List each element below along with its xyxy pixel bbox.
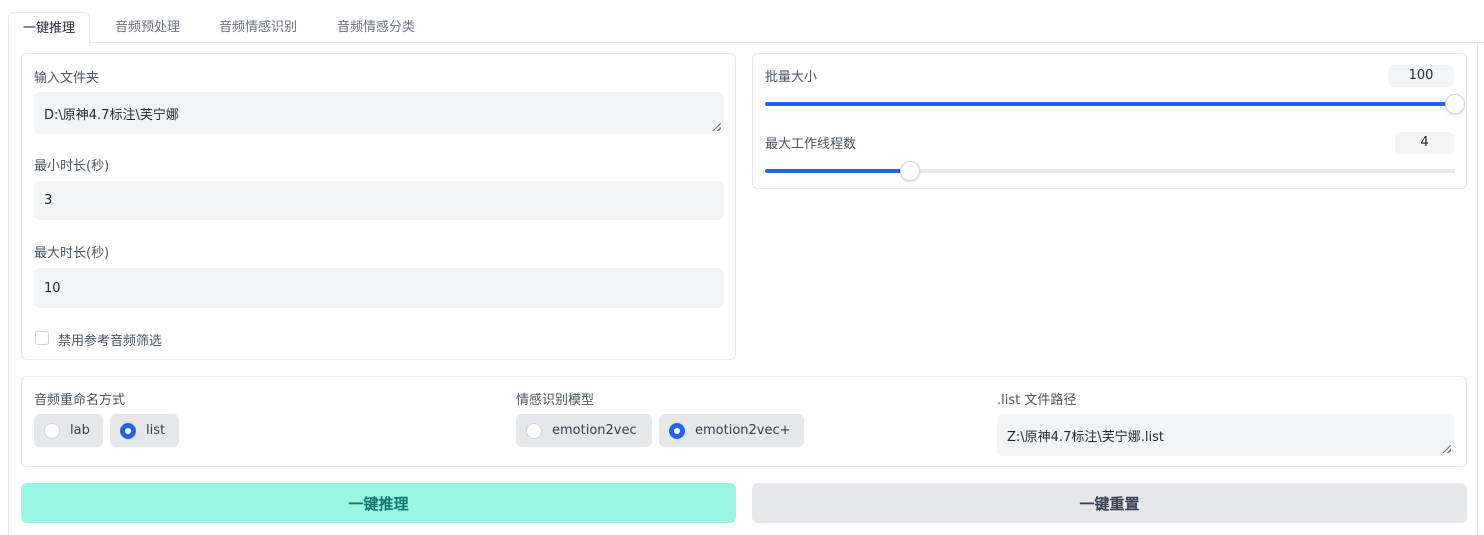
- emotion-model-label: 情感识别模型: [516, 393, 595, 408]
- tab-audio-emotion-classification[interactable]: 音频情感分类: [337, 12, 415, 43]
- max-duration-label: 最大时长(秒): [34, 246, 110, 261]
- tab-bar: 一键推理 音频预处理 音频情感识别 音频情感分类: [8, 12, 1484, 44]
- max-workers-slider-thumb[interactable]: [899, 161, 920, 181]
- radio-list-icon: [120, 422, 136, 439]
- batch-size-slider-fill: [765, 102, 1455, 106]
- input-folder-label: 输入文件夹: [34, 71, 100, 86]
- rename-option-list[interactable]: list: [110, 414, 179, 447]
- disable-ref-filter-checkbox[interactable]: [35, 331, 49, 345]
- disable-ref-filter-label: 禁用参考音频筛选: [58, 334, 163, 349]
- input-folder-field[interactable]: D:\原神4.7标注\芙宁娜: [34, 92, 724, 134]
- batch-size-slider-thumb[interactable]: [1445, 94, 1465, 114]
- resize-handle-icon[interactable]: [713, 123, 721, 131]
- min-duration-label: 最小时长(秒): [34, 159, 110, 174]
- radio-emotion2vec-plus-icon: [669, 422, 685, 439]
- batch-size-label: 批量大小: [765, 70, 818, 85]
- model-option-emotion2vec-label: emotion2vec: [552, 423, 637, 438]
- max-duration-field[interactable]: 10: [34, 268, 724, 308]
- options-panel: 音频重命名方式 lab list 情感识别模型 emotion2vec emot…: [21, 376, 1467, 467]
- tab-one-click-inference[interactable]: 一键推理: [8, 12, 91, 44]
- one-click-reset-button[interactable]: 一键重置: [752, 483, 1467, 523]
- batch-size-slider[interactable]: [765, 94, 1465, 114]
- model-option-emotion2vec-plus[interactable]: emotion2vec+: [659, 414, 804, 447]
- radio-emotion2vec-icon: [526, 422, 542, 439]
- max-workers-input[interactable]: 4: [1395, 132, 1454, 154]
- radio-lab-icon: [44, 422, 60, 439]
- rename-option-lab[interactable]: lab: [34, 414, 103, 447]
- model-option-emotion2vec[interactable]: emotion2vec: [516, 414, 652, 447]
- input-folder-value: D:\原神4.7标注\芙宁娜: [44, 107, 179, 123]
- list-path-field[interactable]: Z:\原神4.7标注\芙宁娜.list: [997, 414, 1454, 456]
- rename-option-lab-label: lab: [70, 423, 90, 438]
- max-workers-slider[interactable]: [765, 161, 1455, 181]
- tab-audio-emotion-recognition[interactable]: 音频情感识别: [219, 12, 297, 43]
- list-path-value: Z:\原神4.7标注\芙宁娜.list: [1007, 429, 1164, 445]
- max-workers-slider-fill: [765, 169, 910, 173]
- one-click-inference-button[interactable]: 一键推理: [21, 483, 736, 523]
- tab-audio-preprocess[interactable]: 音频预处理: [115, 12, 180, 43]
- batch-settings-panel: 批量大小 100 最大工作线程数 4: [752, 53, 1467, 189]
- batch-size-input[interactable]: 100: [1388, 65, 1454, 87]
- max-duration-value: 10: [44, 280, 61, 296]
- resize-handle-icon[interactable]: [1443, 445, 1451, 453]
- min-duration-field[interactable]: 3: [34, 181, 724, 220]
- min-duration-value: 3: [44, 193, 53, 208]
- input-settings-panel: 输入文件夹 D:\原神4.7标注\芙宁娜 最小时长(秒) 3 最大时长(秒) 1…: [21, 53, 736, 360]
- max-workers-label: 最大工作线程数: [765, 137, 857, 152]
- rename-method-label: 音频重命名方式: [34, 393, 126, 408]
- rename-option-list-label: list: [146, 423, 166, 438]
- model-option-emotion2vec-plus-label: emotion2vec+: [695, 423, 791, 438]
- list-path-label: .list 文件路径: [997, 393, 1077, 408]
